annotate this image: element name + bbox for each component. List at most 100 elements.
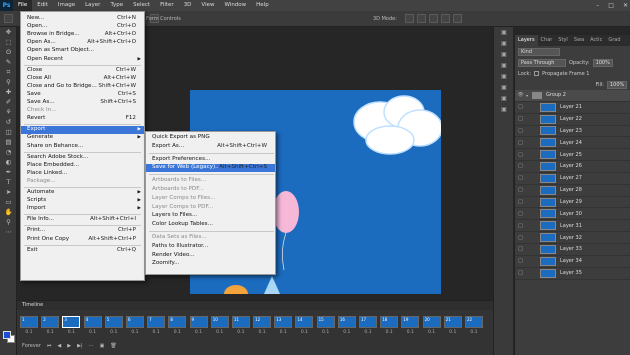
animation-frame[interactable]: 6 0.1: [125, 316, 145, 335]
file-menu-item-revert[interactable]: Revert F12: [21, 115, 144, 123]
layer-row[interactable]: □ Layer 30: [515, 208, 630, 221]
menu-layer[interactable]: Layer: [80, 0, 105, 11]
next-frame-icon[interactable]: ▶|: [77, 343, 83, 349]
animation-frame[interactable]: 13 0.1: [273, 316, 293, 335]
frame-delay[interactable]: 0.1: [258, 330, 265, 335]
tween-icon[interactable]: ⋯: [89, 343, 94, 349]
frame-delay[interactable]: 0.1: [322, 330, 329, 335]
export-item-artboards-to-files[interactable]: Artboards to Files...: [146, 177, 275, 185]
menu-select[interactable]: Select: [128, 0, 155, 11]
frame-delay[interactable]: 0.1: [343, 330, 350, 335]
export-item-data-sets-as-files[interactable]: Data Sets as Files...: [146, 234, 275, 242]
fill-field[interactable]: 100%: [607, 80, 627, 89]
file-menu-item-package[interactable]: Package...: [21, 178, 144, 186]
tab-actic[interactable]: Actic: [587, 35, 605, 46]
animation-frame[interactable]: 8 0.1: [167, 316, 187, 335]
minimize-icon[interactable]: –: [596, 2, 599, 9]
visibility-toggle-icon[interactable]: □: [515, 199, 526, 205]
file-menu-item-generate[interactable]: Generate ▶: [21, 134, 144, 142]
layer-row[interactable]: □ Layer 23: [515, 126, 630, 138]
more-tool-icon[interactable]: ⋯: [0, 227, 17, 237]
layer-row[interactable]: □ Layer 31: [515, 220, 630, 233]
file-menu-item-save-as[interactable]: Save As... Shift+Ctrl+S: [21, 99, 144, 107]
blend-mode-select[interactable]: Pass Through: [518, 58, 566, 67]
paragraph-icon[interactable]: ▣: [494, 60, 514, 71]
maximize-icon[interactable]: □: [608, 2, 614, 9]
animation-frame[interactable]: 16 0.1: [337, 316, 357, 335]
duplicate-frame-icon[interactable]: ▣: [100, 343, 105, 349]
animation-frame[interactable]: 18 0.1: [379, 316, 399, 335]
tab-swa[interactable]: Swa: [571, 35, 587, 46]
eraser-tool-icon[interactable]: ◫: [0, 127, 17, 137]
animation-frame[interactable]: 2 0.1: [40, 316, 60, 335]
play-icon[interactable]: ▶: [67, 343, 71, 349]
export-item-quick-export-as-png[interactable]: Quick Export as PNG: [146, 134, 275, 142]
visibility-toggle-icon[interactable]: □: [515, 152, 526, 158]
loop-select[interactable]: Forever: [22, 343, 41, 349]
file-menu-item-place-linked[interactable]: Place Linked...: [21, 170, 144, 178]
animation-frame[interactable]: 5 0.1: [104, 316, 124, 335]
hand-tool-icon[interactable]: ✋: [0, 207, 17, 217]
layer-row[interactable]: □ Layer 34: [515, 256, 630, 268]
export-item-export-preferences[interactable]: Export Preferences...: [146, 156, 275, 164]
export-item-artboards-to-pdf[interactable]: Artboards to PDF...: [146, 186, 275, 194]
opacity-field[interactable]: 100%: [592, 58, 613, 67]
menu-edit[interactable]: Edit: [32, 0, 53, 11]
move-tool-icon[interactable]: ✥: [0, 27, 17, 37]
properties-icon[interactable]: ▣: [494, 38, 514, 49]
tab-grad[interactable]: Grad: [605, 35, 623, 46]
file-menu-item-close-all[interactable]: Close All Alt+Ctrl+W: [21, 75, 144, 83]
type-tool-icon[interactable]: T: [0, 177, 17, 187]
rectangle-tool-icon[interactable]: ▭: [0, 197, 17, 207]
file-menu-item-browse-in-bridge[interactable]: Browse in Bridge... Alt+Ctrl+O: [21, 31, 144, 39]
frame-delay[interactable]: 0.1: [301, 330, 308, 335]
visibility-toggle-icon[interactable]: □: [515, 270, 526, 276]
file-menu-item-close-and-go-to-bridge[interactable]: Close and Go to Bridge... Shift+Ctrl+W: [21, 83, 144, 91]
frame-delay[interactable]: 0.1: [195, 330, 202, 335]
file-menu-item-open-as[interactable]: Open As... Alt+Shift+Ctrl+O: [21, 39, 144, 47]
frame-delay[interactable]: 0.1: [449, 330, 456, 335]
gradient-tool-icon[interactable]: ▤: [0, 137, 17, 147]
healing-tool-icon[interactable]: ✚: [0, 87, 17, 97]
visibility-toggle-icon[interactable]: □: [515, 175, 526, 181]
menu-window[interactable]: Window: [219, 0, 251, 11]
menu-file[interactable]: File: [13, 0, 33, 11]
propagate-checkbox[interactable]: [534, 71, 540, 76]
animation-frame[interactable]: 14 0.1: [294, 316, 314, 335]
file-menu-item-automate[interactable]: Automate ▶: [21, 189, 144, 197]
lasso-tool-icon[interactable]: ʘ: [0, 47, 17, 57]
path-select-tool-icon[interactable]: ➤: [0, 187, 17, 197]
frame-delay[interactable]: 0.1: [131, 330, 138, 335]
delete-frame-icon[interactable]: 🗑: [110, 343, 116, 349]
history-brush-tool-icon[interactable]: ↺: [0, 117, 17, 127]
history-icon[interactable]: ▣: [494, 27, 514, 38]
kind-filter-select[interactable]: Kind: [518, 47, 560, 56]
eyedropper-tool-icon[interactable]: ⚲: [0, 77, 17, 87]
animation-frame[interactable]: 4 0.1: [83, 316, 103, 335]
blur-tool-icon[interactable]: ◔: [0, 147, 17, 157]
file-menu-item-check-in[interactable]: Check In...: [21, 107, 144, 115]
file-menu-item-open-as-smart-object[interactable]: Open as Smart Object...: [21, 47, 144, 55]
pen-tool-icon[interactable]: ✒: [0, 167, 17, 177]
animation-frame[interactable]: 9 0.1: [189, 316, 209, 335]
3d-roll-icon[interactable]: [417, 14, 426, 23]
export-item-render-video[interactable]: Render Video...: [146, 252, 275, 260]
dodge-tool-icon[interactable]: ◐: [0, 157, 17, 167]
file-menu-item-close[interactable]: Close Ctrl+W: [21, 67, 144, 75]
file-menu-item-open-recent[interactable]: Open Recent ▶: [21, 56, 144, 64]
frame-delay[interactable]: 0.1: [280, 330, 287, 335]
animation-frame[interactable]: 21 0.1: [443, 316, 463, 335]
layer-row[interactable]: □ Layer 35: [515, 268, 630, 280]
file-menu-item-search-adobe-stock[interactable]: Search Adobe Stock...: [21, 154, 144, 162]
frame-delay[interactable]: 0.1: [407, 330, 414, 335]
file-menu-item-exit[interactable]: Exit Ctrl+Q: [21, 247, 144, 255]
export-item-layer-comps-to-files[interactable]: Layer Comps to Files...: [146, 195, 275, 203]
menu-filter[interactable]: Filter: [155, 0, 179, 11]
file-menu-item-scripts[interactable]: Scripts ▶: [21, 197, 144, 205]
3d-rotate-icon[interactable]: [405, 14, 414, 23]
visibility-toggle-icon[interactable]: □: [515, 187, 526, 193]
crop-tool-icon[interactable]: ⌗: [0, 67, 17, 77]
menu-image[interactable]: Image: [53, 0, 80, 11]
marquee-tool-icon[interactable]: ⬚: [0, 37, 17, 47]
visibility-eye-icon[interactable]: 👁: [515, 92, 526, 98]
